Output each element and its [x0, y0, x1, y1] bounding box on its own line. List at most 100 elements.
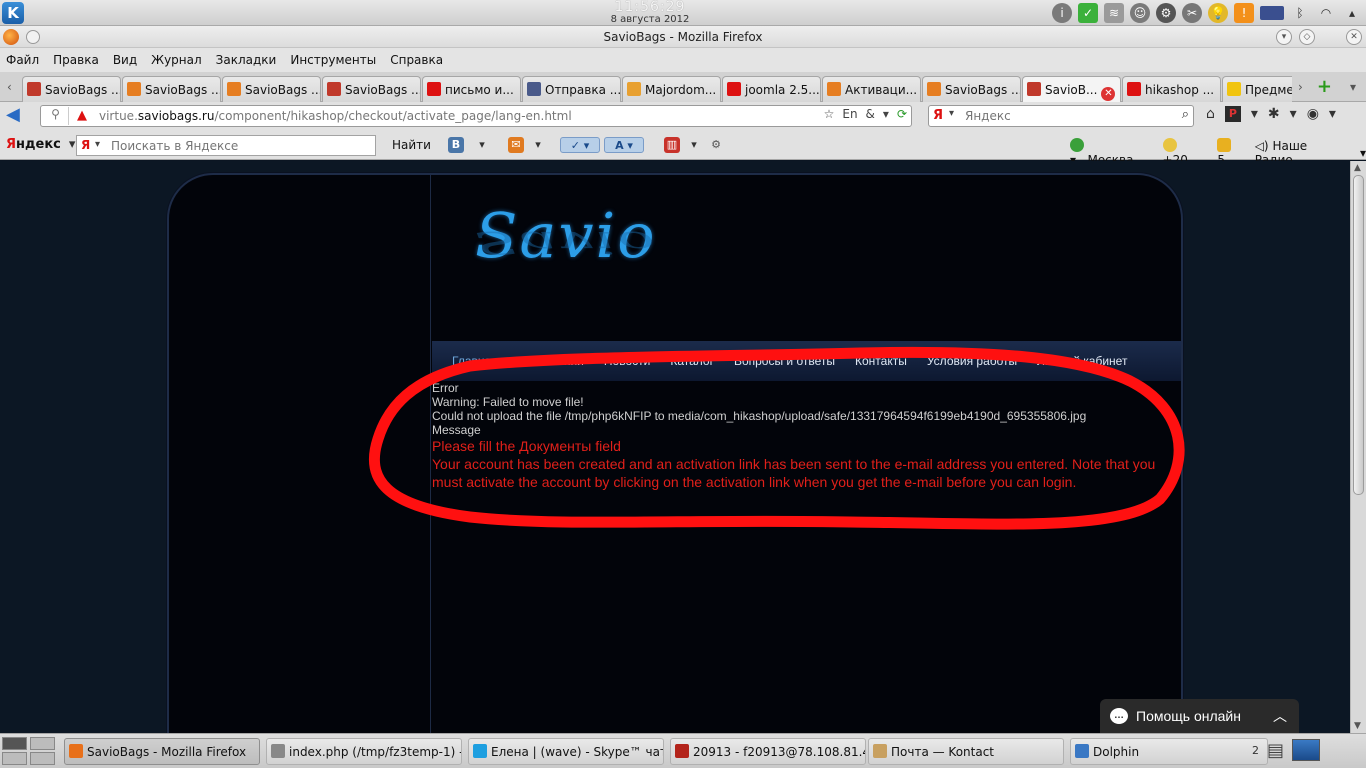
online-help-widget[interactable]: … Помощь онлайн ︿: [1100, 699, 1299, 733]
network-manager-icon[interactable]: ≋: [1104, 3, 1124, 23]
tab-scroll-left-icon[interactable]: ‹: [7, 80, 12, 94]
spellcheck-icon[interactable]: ✓ ▾: [560, 137, 600, 153]
browser-tab[interactable]: SavioBags ...: [122, 76, 221, 102]
browser-tab[interactable]: Предме: [1222, 76, 1292, 102]
bookmark-star-icon[interactable]: ☆: [824, 107, 835, 121]
binoculars-icon[interactable]: ⌕: [1182, 107, 1189, 122]
keyboard-layout-flag-icon[interactable]: [1260, 6, 1284, 20]
new-tab-icon[interactable]: +: [1317, 76, 1332, 97]
browser-tab[interactable]: SavioBags ...: [322, 76, 421, 102]
site-nav-item[interactable]: Каталог: [670, 354, 714, 368]
vkontakte-icon[interactable]: В: [448, 137, 464, 153]
translate-icon[interactable]: En: [842, 107, 857, 121]
expand-tray-icon[interactable]: ▴: [1342, 3, 1362, 23]
page-scrollbar[interactable]: ▲ ▼: [1350, 161, 1366, 733]
taskbar-task[interactable]: SavioBags - Mozilla Firefox: [64, 738, 260, 765]
browser-tab[interactable]: Majordom...: [622, 76, 721, 102]
site-nav-item[interactable]: Новости: [604, 354, 650, 368]
wifi-icon[interactable]: ◠: [1316, 3, 1336, 23]
back-arrow-icon[interactable]: ◀: [6, 106, 28, 126]
taskbar-task[interactable]: Елена | (wave) - Skype™ чат: [468, 738, 664, 765]
browser-tab[interactable]: Активаци...: [822, 76, 921, 102]
addon-p-icon[interactable]: P: [1224, 106, 1241, 122]
bookshelf-icon[interactable]: ▥: [664, 137, 680, 153]
scroll-up-icon[interactable]: ▲: [1354, 163, 1361, 173]
tab-close-icon[interactable]: ✕: [1101, 87, 1116, 101]
ampersand-icon[interactable]: &: [866, 107, 875, 121]
yandex-find-button[interactable]: Найти: [392, 138, 431, 152]
warning-icon[interactable]: !: [1234, 3, 1254, 23]
search-input[interactable]: [965, 108, 1165, 124]
yandex-engine-icon[interactable]: Я: [933, 108, 947, 124]
vk-dropdown-icon[interactable]: ▾: [474, 137, 490, 153]
taskbar-task[interactable]: index.php (/tmp/fz3temp-1) -: [266, 738, 462, 765]
radio-dropdown-icon[interactable]: ▾: [1360, 146, 1366, 160]
taskbar-task[interactable]: 20913 - f20913@78.108.81.4: [670, 738, 866, 765]
clock[interactable]: 11:56:29 8 августа 2012: [600, 0, 700, 25]
menu-tools[interactable]: Инструменты: [290, 53, 376, 67]
lightbulb-icon[interactable]: 💡: [1208, 3, 1228, 23]
reload-icon[interactable]: ⟳: [897, 107, 907, 121]
menu-help[interactable]: Справка: [390, 53, 443, 67]
window-titlebar[interactable]: SavioBags - Mozilla Firefox ▾ ◇ ✕: [0, 26, 1366, 48]
show-desktop-icon[interactable]: [1292, 739, 1321, 761]
addon-dropdown-icon[interactable]: ▾: [1251, 106, 1258, 122]
bug-icon[interactable]: ✱: [1268, 106, 1280, 122]
browser-tab[interactable]: SavioBags ...: [222, 76, 321, 102]
taskbar-task[interactable]: Почта — Kontact: [868, 738, 1064, 765]
tab-list-icon[interactable]: ▾: [1350, 80, 1356, 94]
mail-addon-icon[interactable]: ✉: [508, 137, 524, 153]
menu-history[interactable]: Журнал: [151, 53, 202, 67]
site-logo[interactable]: Savio Savio: [475, 199, 657, 309]
addon2-dropdown-icon[interactable]: ▾: [1290, 106, 1297, 122]
task-counter[interactable]: 2: [1252, 744, 1259, 757]
check-icon[interactable]: ✓: [1078, 3, 1098, 23]
url-bar[interactable]: ⚲ ▲ virtue.saviobags.ru/component/hikash…: [40, 105, 912, 127]
bookshelf-dropdown-icon[interactable]: ▾: [686, 137, 702, 153]
desktop-pager[interactable]: [2, 737, 56, 766]
translate-addon-icon[interactable]: A ▾: [604, 137, 644, 153]
settings-icon[interactable]: ⚙: [1156, 3, 1176, 23]
toolbar-settings-icon[interactable]: ⚙: [708, 137, 724, 153]
url-text[interactable]: virtue.saviobags.ru/component/hikashop/c…: [99, 109, 572, 123]
color-wheel-icon[interactable]: ◉: [1307, 106, 1319, 122]
engine-dropdown-icon[interactable]: ▾: [949, 108, 954, 119]
menu-file[interactable]: Файл: [6, 53, 39, 67]
browser-tab[interactable]: joomla 2.5...: [722, 76, 821, 102]
kde-menu-icon[interactable]: K: [2, 2, 24, 24]
browser-tab[interactable]: SavioBags ...: [22, 76, 121, 102]
menu-view[interactable]: Вид: [113, 53, 137, 67]
insecure-warning-icon[interactable]: ▲: [77, 108, 91, 124]
menu-bookmarks[interactable]: Закладки: [216, 53, 277, 67]
bluetooth-icon[interactable]: ᛒ: [1290, 3, 1310, 23]
site-nav-item[interactable]: Контакты: [855, 354, 907, 368]
site-nav-item[interactable]: Личный кабинет: [1037, 354, 1127, 368]
yandex-logo[interactable]: Яндекс ▾: [6, 137, 75, 152]
yandex-search-input[interactable]: [111, 138, 371, 154]
menu-edit[interactable]: Правка: [53, 53, 99, 67]
search-bar[interactable]: Я ▾ ⌕: [928, 105, 1194, 127]
close-button[interactable]: ✕: [1346, 29, 1362, 45]
minimize-button[interactable]: ▾: [1276, 29, 1292, 45]
info-icon[interactable]: i: [1052, 3, 1072, 23]
yandex-search-box[interactable]: Я ▾: [76, 135, 376, 156]
clipboard-icon[interactable]: ▤: [1267, 740, 1284, 761]
yandex-search-dropdown-icon[interactable]: ▾: [95, 139, 100, 150]
browser-tab[interactable]: письмо и...: [422, 76, 521, 102]
browser-tab[interactable]: SavioBags ...: [922, 76, 1021, 102]
chat-icon[interactable]: ☺: [1130, 3, 1150, 23]
maximize-button[interactable]: ◇: [1299, 29, 1315, 45]
desktop-4[interactable]: [30, 752, 55, 765]
scroll-down-icon[interactable]: ▼: [1354, 721, 1361, 731]
taskbar-task[interactable]: Dolphin: [1070, 738, 1268, 765]
site-identity-icon[interactable]: ⚲: [43, 107, 69, 125]
scissors-icon[interactable]: ✂: [1182, 3, 1202, 23]
scrollbar-thumb[interactable]: [1353, 175, 1364, 495]
tab-scroll-right-icon[interactable]: ›: [1298, 80, 1303, 94]
desktop-3[interactable]: [2, 752, 27, 765]
desktop-1[interactable]: [2, 737, 27, 750]
chevron-up-icon[interactable]: ︿: [1273, 706, 1287, 726]
browser-tab[interactable]: SavioB... ✕: [1022, 76, 1121, 102]
site-nav-item[interactable]: Главная: [452, 354, 498, 368]
site-nav-item[interactable]: Условия работы: [927, 354, 1017, 368]
